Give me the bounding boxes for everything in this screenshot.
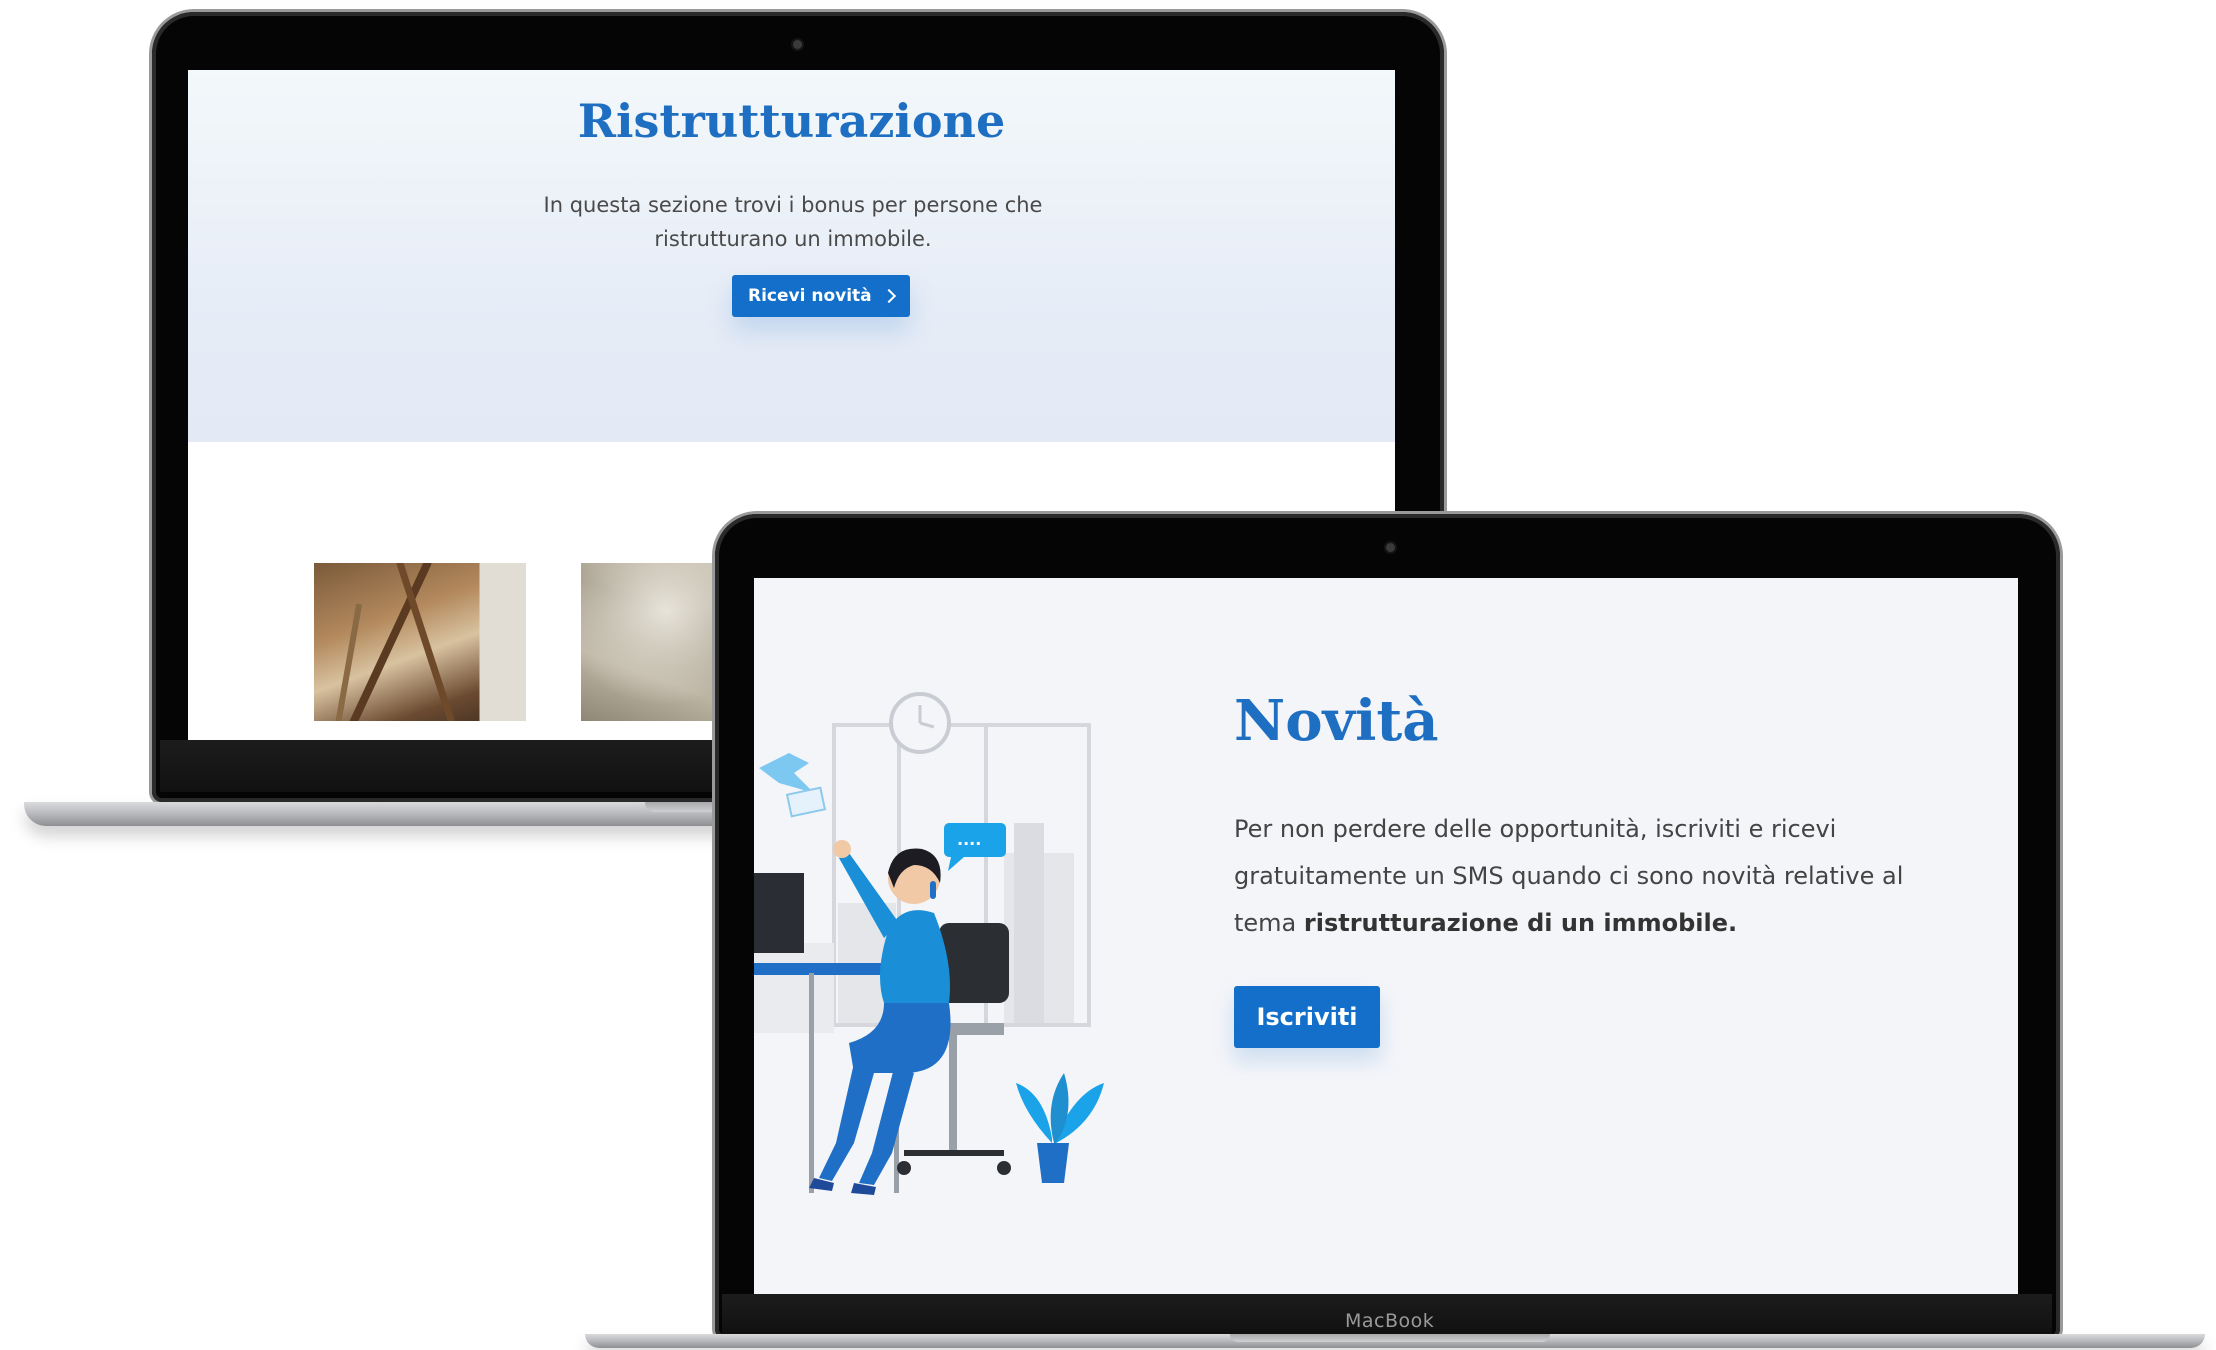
- front-laptop: .... Novità Per non perdere delle opport…: [0, 0, 2216, 1350]
- news-title: Novità: [1234, 688, 1439, 754]
- news-description-topic: ristrutturazione di un immobile.: [1303, 909, 1738, 937]
- subscribe-button[interactable]: Iscriviti: [1234, 986, 1380, 1048]
- front-laptop-camera: [1386, 543, 1395, 552]
- office-worker-illustration: ....: [754, 692, 1104, 1195]
- device-brand-label: MacBook: [1345, 1310, 1435, 1332]
- news-description: Per non perdere delle opportunità, iscri…: [1234, 806, 1934, 947]
- chat-bubble-text: ....: [957, 830, 981, 849]
- front-laptop-notch: [1230, 1334, 1550, 1342]
- front-laptop-screen: .... Novità Per non perdere delle opport…: [754, 578, 2018, 1294]
